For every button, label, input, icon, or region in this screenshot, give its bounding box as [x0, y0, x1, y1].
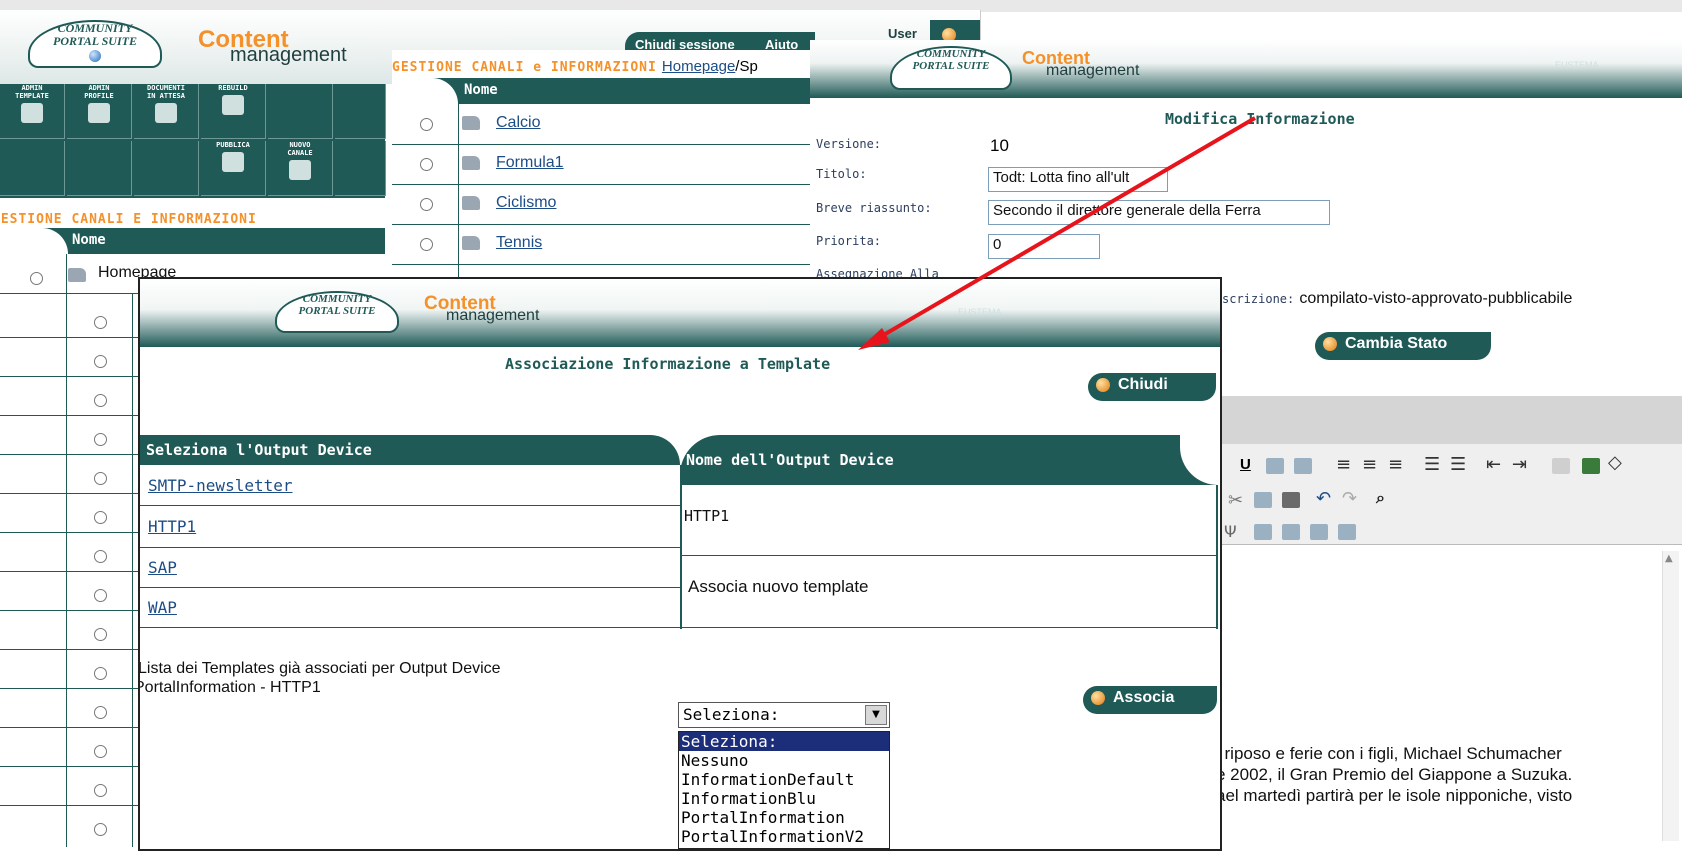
arrow-shaft	[873, 116, 1257, 342]
arrow-head	[858, 328, 890, 350]
red-arrow-annotation	[858, 116, 1257, 350]
